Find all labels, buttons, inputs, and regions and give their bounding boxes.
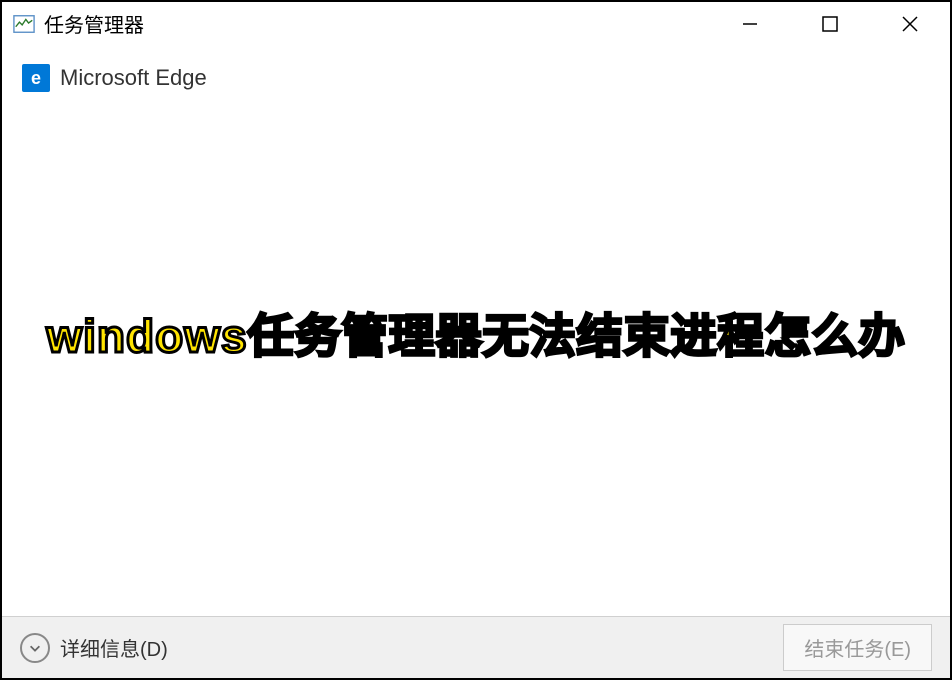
end-task-button[interactable]: 结束任务(E) (783, 624, 932, 671)
details-toggle[interactable]: 详细信息(D) (20, 633, 168, 663)
titlebar: 任务管理器 (2, 2, 950, 46)
details-label: 详细信息(D) (60, 633, 168, 662)
close-button[interactable] (870, 2, 950, 45)
process-row[interactable]: e Microsoft Edge (22, 60, 930, 96)
process-name: Microsoft Edge (60, 65, 207, 91)
task-manager-window: 任务管理器 e Microsoft Edge (0, 0, 952, 680)
window-controls (710, 2, 950, 45)
task-manager-icon (12, 12, 36, 36)
footer-bar: 详细信息(D) 结束任务(E) (2, 616, 950, 678)
maximize-button[interactable] (790, 2, 870, 45)
window-title: 任务管理器 (44, 9, 710, 38)
edge-icon: e (22, 64, 50, 92)
minimize-button[interactable] (710, 2, 790, 45)
process-list-area: e Microsoft Edge (2, 46, 950, 616)
chevron-down-icon (20, 633, 50, 663)
